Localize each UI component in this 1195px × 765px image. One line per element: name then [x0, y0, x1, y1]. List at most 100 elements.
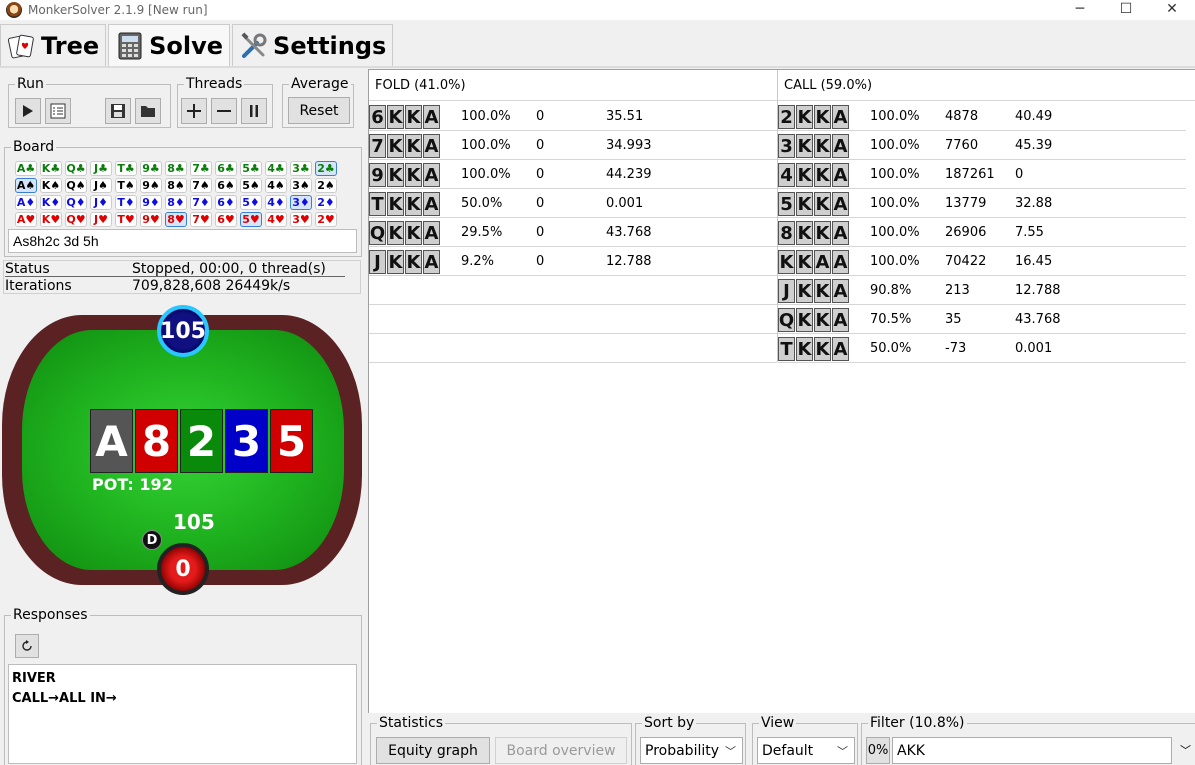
refresh-button[interactable] — [15, 634, 39, 658]
result-row[interactable]: 7 K K A 100.0% 0 34.993 — [369, 131, 777, 160]
result-row[interactable]: J K K A 90.8% 213 12.788 — [778, 276, 1186, 305]
result-row[interactable]: 8 K K A 100.0% 26906 7.55 — [778, 218, 1186, 247]
result-row[interactable]: T K K A 50.0% -73 0.001 — [778, 334, 1186, 363]
board-card-cell[interactable]: 7♠ — [190, 178, 212, 193]
sort-by-select[interactable]: Probability ﹀ — [640, 737, 743, 764]
board-card-cell[interactable]: 7♥ — [190, 212, 212, 227]
tabs-divider — [0, 66, 1195, 68]
result-row[interactable]: 4 K K A 100.0% 187261 0 — [778, 160, 1186, 189]
board-card-cell[interactable]: Q♥ — [65, 212, 87, 227]
board-card-cell[interactable]: A♥ — [15, 212, 37, 227]
filter-pct-button[interactable]: 0% — [866, 737, 890, 764]
board-card-cell[interactable]: K♥ — [40, 212, 62, 227]
board-card-cell[interactable]: 9♦ — [140, 195, 162, 210]
maximize-button[interactable]: ☐ — [1103, 0, 1149, 20]
top-player-stack[interactable]: 105 — [157, 305, 209, 357]
board-card-cell[interactable]: 2♣ — [315, 161, 337, 176]
board-card-cell[interactable]: 9♥ — [140, 212, 162, 227]
board-card-cell[interactable]: 5♣ — [240, 161, 262, 176]
board-card-cell[interactable]: 7♦ — [190, 195, 212, 210]
board-card-cell[interactable]: 8♥ — [165, 212, 187, 227]
board-card-cell[interactable]: K♣ — [40, 161, 62, 176]
board-card-cell[interactable]: 3♣ — [290, 161, 312, 176]
board-card-cell[interactable]: J♣ — [90, 161, 112, 176]
board-card-cell[interactable]: 9♣ — [140, 161, 162, 176]
board-card-cell[interactable]: 9♠ — [140, 178, 162, 193]
board-card-cell[interactable]: 2♠ — [315, 178, 337, 193]
view-select[interactable]: Default ﹀ — [757, 737, 855, 764]
bottom-player-stack: 105 — [173, 510, 215, 534]
board-card-cell[interactable]: 2♦ — [315, 195, 337, 210]
play-button[interactable] — [15, 98, 41, 124]
result-row[interactable]: J K K A 9.2% 0 12.788 — [369, 247, 777, 276]
board-card-cell[interactable]: 3♦ — [290, 195, 312, 210]
checklist-button[interactable] — [45, 98, 71, 124]
reset-button[interactable]: Reset — [288, 97, 350, 124]
result-row[interactable]: 2 K K A 100.0% 4878 40.49 — [778, 102, 1186, 131]
result-row[interactable]: Q K K A 29.5% 0 43.768 — [369, 218, 777, 247]
board-card-cell[interactable]: 4♣ — [265, 161, 287, 176]
board-card-cell[interactable]: T♣ — [115, 161, 137, 176]
board-card-cell[interactable]: 6♠ — [215, 178, 237, 193]
filter-input[interactable]: AKK — [892, 737, 1172, 764]
save-button[interactable] — [105, 98, 131, 124]
board-card-cell[interactable]: A♣ — [15, 161, 37, 176]
board-card-cell[interactable]: 7♣ — [190, 161, 212, 176]
board-card-cell[interactable]: 2♥ — [315, 212, 337, 227]
board-card-cell[interactable]: Q♠ — [65, 178, 87, 193]
board-card-cell[interactable]: 6♦ — [215, 195, 237, 210]
filter-dropdown-icon[interactable]: ﹀ — [1180, 742, 1191, 758]
hand-card: Q — [778, 308, 795, 332]
result-row[interactable]: Q K K A 70.5% 35 43.768 — [778, 305, 1186, 334]
equity-graph-button[interactable]: Equity graph — [376, 737, 490, 764]
result-row[interactable]: T K K A 50.0% 0 0.001 — [369, 189, 777, 218]
board-card-cell[interactable]: 4♦ — [265, 195, 287, 210]
tab-settings[interactable]: Settings — [232, 24, 394, 66]
board-card-cell[interactable]: T♠ — [115, 178, 137, 193]
add-thread-button[interactable] — [181, 98, 207, 124]
remove-thread-button[interactable] — [211, 98, 237, 124]
board-card-cell[interactable]: 5♥ — [240, 212, 262, 227]
bottom-player-chip[interactable]: 0 — [157, 543, 209, 595]
board-input[interactable] — [8, 229, 357, 253]
response-line-action[interactable]: CALL→ALL IN→ — [12, 689, 353, 709]
board-card-cell[interactable]: A♠ — [15, 178, 37, 193]
board-card-cell[interactable]: 3♥ — [290, 212, 312, 227]
board-card-cell[interactable]: 8♦ — [165, 195, 187, 210]
pause-button[interactable] — [241, 98, 267, 124]
board-card-cell[interactable]: 6♥ — [215, 212, 237, 227]
result-row[interactable]: 6 K K A 100.0% 0 35.51 — [369, 102, 777, 131]
board-card-cell[interactable]: 8♠ — [165, 178, 187, 193]
board-card-cell[interactable]: J♦ — [90, 195, 112, 210]
board-card-cell[interactable]: 6♣ — [215, 161, 237, 176]
board-card-cell[interactable]: 5♠ — [240, 178, 262, 193]
board-card-cell[interactable]: J♥ — [90, 212, 112, 227]
row-pct: 9.2% — [461, 254, 495, 269]
hand-card: 8 — [778, 221, 795, 245]
board-card-cell[interactable]: J♠ — [90, 178, 112, 193]
tab-solve[interactable]: Solve — [108, 24, 231, 66]
board-overview-button[interactable]: Board overview — [495, 737, 627, 764]
result-row[interactable]: K K A A 100.0% 70422 16.45 — [778, 247, 1186, 276]
board-card-cell[interactable]: 5♦ — [240, 195, 262, 210]
tab-tree[interactable]: Tree — [0, 24, 107, 66]
board-card-cell[interactable]: T♦ — [115, 195, 137, 210]
board-card-cell[interactable]: Q♦ — [65, 195, 87, 210]
board-card-cell[interactable]: 8♣ — [165, 161, 187, 176]
board-card-cell[interactable]: T♥ — [115, 212, 137, 227]
board-card-cell[interactable]: K♦ — [40, 195, 62, 210]
result-row[interactable]: 9 K K A 100.0% 0 44.239 — [369, 160, 777, 189]
hand-cards: 8KKA — [778, 221, 850, 245]
close-button[interactable]: ✕ — [1149, 0, 1195, 20]
board-card-cell[interactable]: 4♠ — [265, 178, 287, 193]
minimize-button[interactable]: ─ — [1057, 0, 1103, 20]
result-row[interactable]: 5 K K A 100.0% 13779 32.88 — [778, 189, 1186, 218]
response-line-river[interactable]: RIVER — [12, 669, 353, 689]
board-card-cell[interactable]: K♠ — [40, 178, 62, 193]
board-card-cell[interactable]: A♦ — [15, 195, 37, 210]
result-row[interactable]: 3 K K A 100.0% 7760 45.39 — [778, 131, 1186, 160]
board-card-cell[interactable]: 4♥ — [265, 212, 287, 227]
open-folder-button[interactable] — [135, 98, 161, 124]
board-card-cell[interactable]: 3♠ — [290, 178, 312, 193]
board-card-cell[interactable]: Q♣ — [65, 161, 87, 176]
